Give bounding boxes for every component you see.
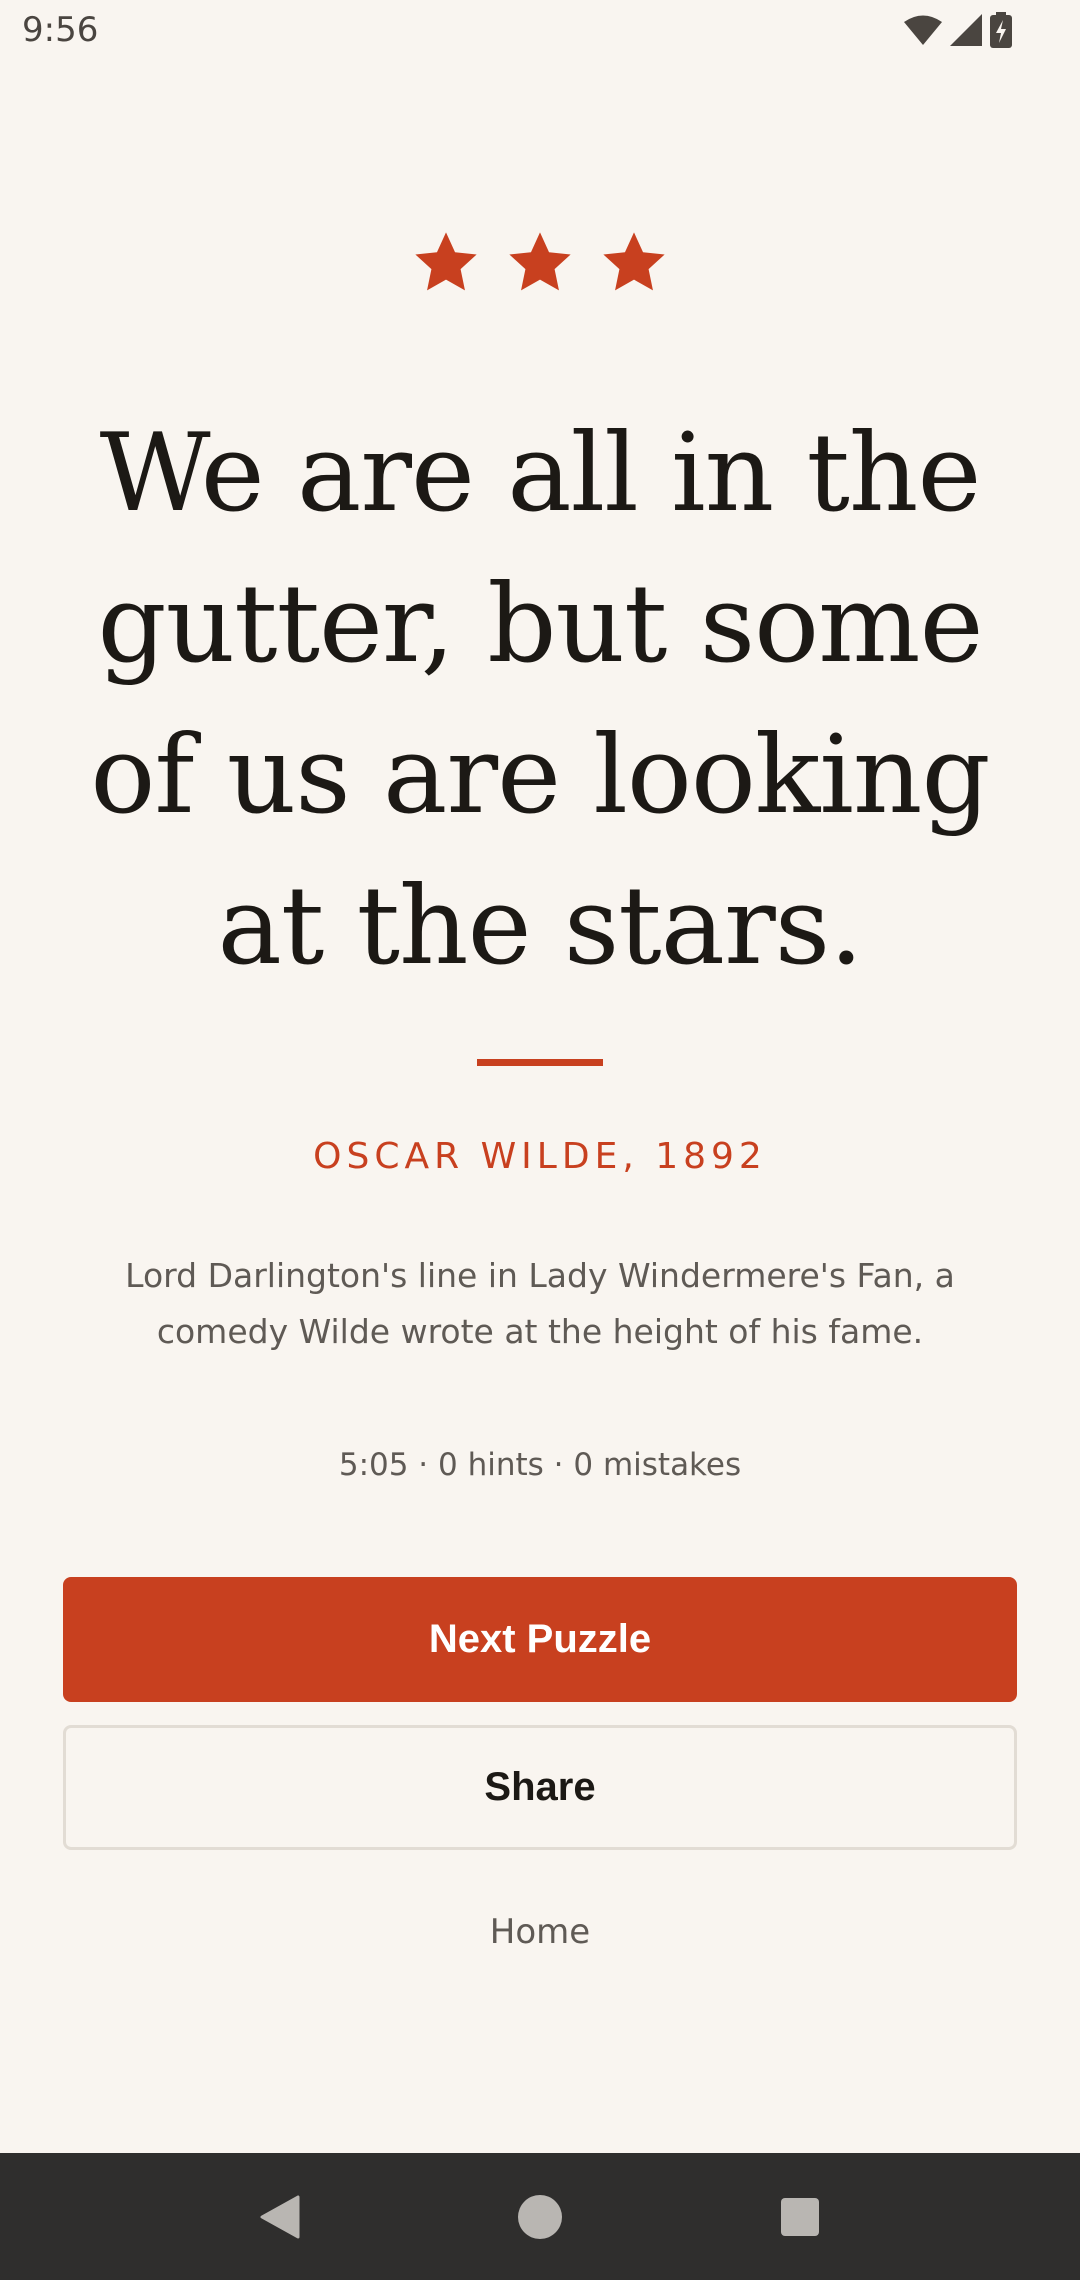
home-link[interactable]: Home: [0, 1912, 1080, 1952]
quote-description: Lord Darlington's line in Lady Windermer…: [125, 1256, 955, 1351]
divider: [477, 1059, 603, 1066]
nav-back-button[interactable]: [235, 2172, 325, 2262]
star-icon: [505, 228, 575, 298]
back-icon: [260, 2195, 300, 2239]
star-rating: [0, 228, 1080, 298]
star-icon: [599, 228, 669, 298]
status-icons: [904, 12, 1012, 48]
next-puzzle-button[interactable]: Next Puzzle: [63, 1577, 1017, 1702]
status-bar: 9:56: [0, 0, 1080, 60]
puzzle-stats: 5:05 · 0 hints · 0 mistakes: [338, 1447, 742, 1483]
status-time: 9:56: [22, 10, 99, 50]
system-nav-bar: [0, 2153, 1080, 2280]
home-icon: [517, 2194, 563, 2240]
quote-author: OSCAR WILDE, 1892: [313, 1136, 767, 1177]
nav-recents-button[interactable]: [755, 2172, 845, 2262]
battery-charging-icon: [990, 12, 1012, 48]
star-icon: [411, 228, 481, 298]
nav-home-button[interactable]: [495, 2172, 585, 2262]
recents-icon: [780, 2197, 820, 2237]
signal-icon: [950, 14, 982, 46]
quote-text: We are all in the gutter, but some of us…: [90, 411, 990, 989]
wifi-icon: [904, 15, 942, 45]
share-button[interactable]: Share: [63, 1725, 1017, 1850]
